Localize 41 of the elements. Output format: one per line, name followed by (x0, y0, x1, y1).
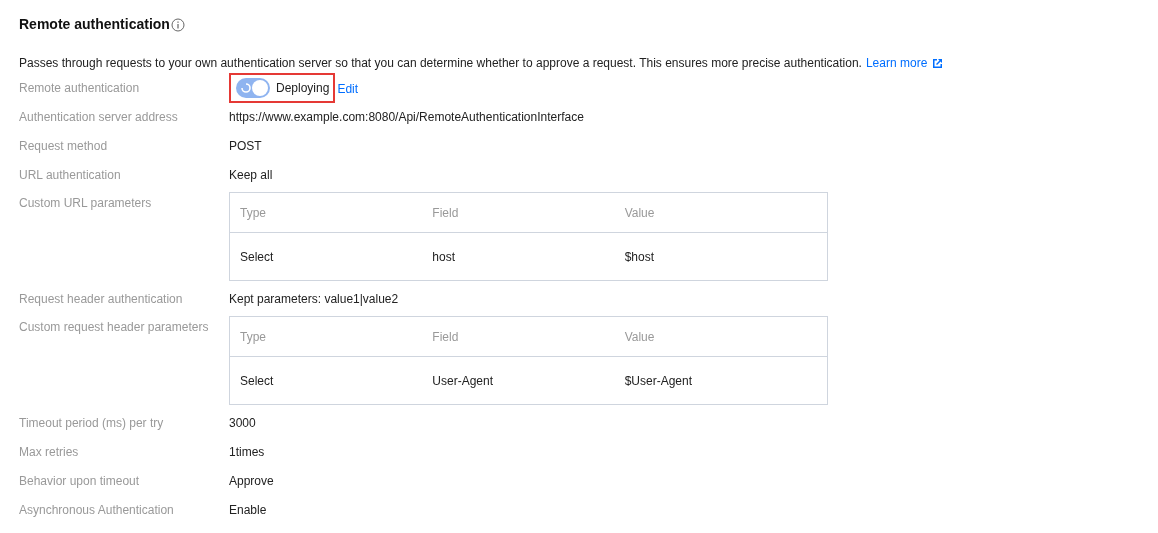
field-value: Keep all (229, 167, 273, 184)
field-value: 1times (229, 444, 265, 461)
column-header: Type (240, 328, 267, 346)
column-header: Field (432, 328, 460, 346)
table-cell-text: Select (240, 372, 275, 390)
edit-link[interactable]: Edit (337, 80, 359, 98)
section-title: Remote authentication (19, 15, 170, 34)
field-label: Custom URL parameters (19, 195, 153, 212)
field-value: POST (229, 138, 262, 155)
table-cell-text: User-Agent (432, 372, 495, 390)
column-header: Value (624, 328, 656, 346)
field-value: Approve (229, 473, 274, 490)
field-label: Behavior upon timeout (19, 473, 141, 490)
description-text: Passes through requests to your own authentication server so that you can determine whether to approve a request. This ensures more precise authentication. (19, 55, 862, 72)
spinner-icon (240, 82, 252, 94)
switch-knob[interactable] (252, 80, 268, 96)
field-label: Custom request header parameters (19, 319, 210, 336)
field-label: Authentication server address (19, 109, 179, 126)
field-value: https://www.example.com:8080/Api/RemoteAuthenticationInterface (229, 109, 584, 126)
column-header: Value (624, 204, 656, 222)
field-label: Remote authentication (19, 80, 141, 97)
learn-more-link[interactable]: Learn more (865, 54, 928, 72)
field-value: Kept parameters: value1|value2 (229, 291, 399, 308)
table-cell-text: host (432, 248, 456, 266)
field-label: Max retries (19, 444, 80, 461)
field-label: Request header authentication (19, 291, 184, 308)
column-header: Field (432, 204, 460, 222)
info-icon (170, 17, 185, 32)
field-label: Asynchronous Authentication (19, 502, 175, 519)
status-text: Deploying (276, 80, 330, 97)
table-cell-text: $host (624, 248, 655, 266)
field-label: URL authentication (19, 167, 122, 184)
external-link-icon[interactable] (932, 57, 944, 69)
field-value: 3000 (229, 415, 256, 432)
field-label: Request method (19, 138, 109, 155)
table-cell-text: $User-Agent (624, 372, 694, 390)
field-value: Enable (229, 502, 267, 519)
table-cell-text: Select (240, 248, 275, 266)
field-label: Timeout period (ms) per try (19, 415, 165, 432)
column-header: Type (240, 204, 267, 222)
toggle-switch[interactable] (236, 78, 270, 98)
